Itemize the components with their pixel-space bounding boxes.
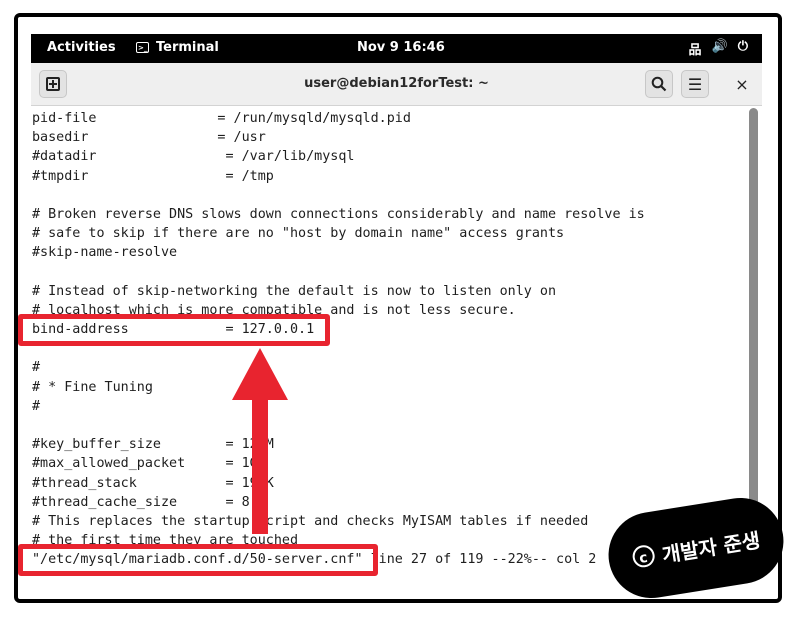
terminal-line: # Instead of skip-networking the default… xyxy=(32,283,557,299)
terminal-line: #max_allowed_packet = 1G xyxy=(32,456,258,472)
watermark-text: 개발자 준생 xyxy=(660,527,762,567)
terminal-line: #key_buffer_size = 128M xyxy=(32,437,274,453)
terminal-icon: >_ xyxy=(136,42,149,53)
gnome-top-bar: Activities >_ Terminal Nov 9 16:46 品 🔊 ⏻ xyxy=(31,34,762,63)
system-status-area[interactable]: 品 🔊 ⏻ xyxy=(689,39,749,58)
copyright-icon: c xyxy=(630,543,656,569)
terminal-line: #tmpdir = /tmp xyxy=(32,168,274,184)
clock[interactable]: Nov 9 16:46 xyxy=(357,40,445,55)
terminal-line: pid-file = /run/mysqld/mysqld.pid xyxy=(32,111,411,126)
highlight-box-bind-address xyxy=(18,314,330,346)
hamburger-menu-icon: ☰ xyxy=(687,74,703,94)
terminal-line: #datadir = /var/lib/mysql xyxy=(32,149,355,165)
terminal-line: # xyxy=(32,398,41,414)
menu-button[interactable]: ☰ xyxy=(681,70,709,98)
terminal-line: # Broken reverse DNS slows down connecti… xyxy=(32,206,645,222)
terminal-titlebar: user@debian12forTest: ~ ☰ × xyxy=(31,63,762,106)
highlight-box-file-path xyxy=(18,544,378,576)
activities-button[interactable]: Activities xyxy=(47,40,116,55)
terminal-line: # This replaces the startup script and c… xyxy=(32,513,589,529)
up-arrow-annotation xyxy=(232,348,288,534)
volume-icon: 🔊 xyxy=(711,39,728,54)
terminal-line: #thread_stack = 192K xyxy=(32,475,274,491)
app-name-label: Terminal xyxy=(156,40,219,55)
search-button[interactable] xyxy=(645,70,673,98)
close-icon: × xyxy=(735,74,749,94)
power-icon: ⏻ xyxy=(737,39,748,54)
app-menu-terminal[interactable]: >_ Terminal xyxy=(136,40,219,55)
terminal-line: basedir = /usr xyxy=(32,130,266,146)
terminal-line: # safe to skip if there are no "host by … xyxy=(32,226,565,242)
terminal-line: #skip-name-resolve xyxy=(32,245,178,261)
terminal-line: # * Fine Tuning xyxy=(32,379,153,395)
terminal-line: #thread_cache_size = 8 xyxy=(32,494,250,510)
close-button[interactable]: × xyxy=(728,70,756,98)
search-icon xyxy=(651,76,667,92)
terminal-line: # xyxy=(32,360,41,376)
network-icon: 品 xyxy=(688,43,702,58)
